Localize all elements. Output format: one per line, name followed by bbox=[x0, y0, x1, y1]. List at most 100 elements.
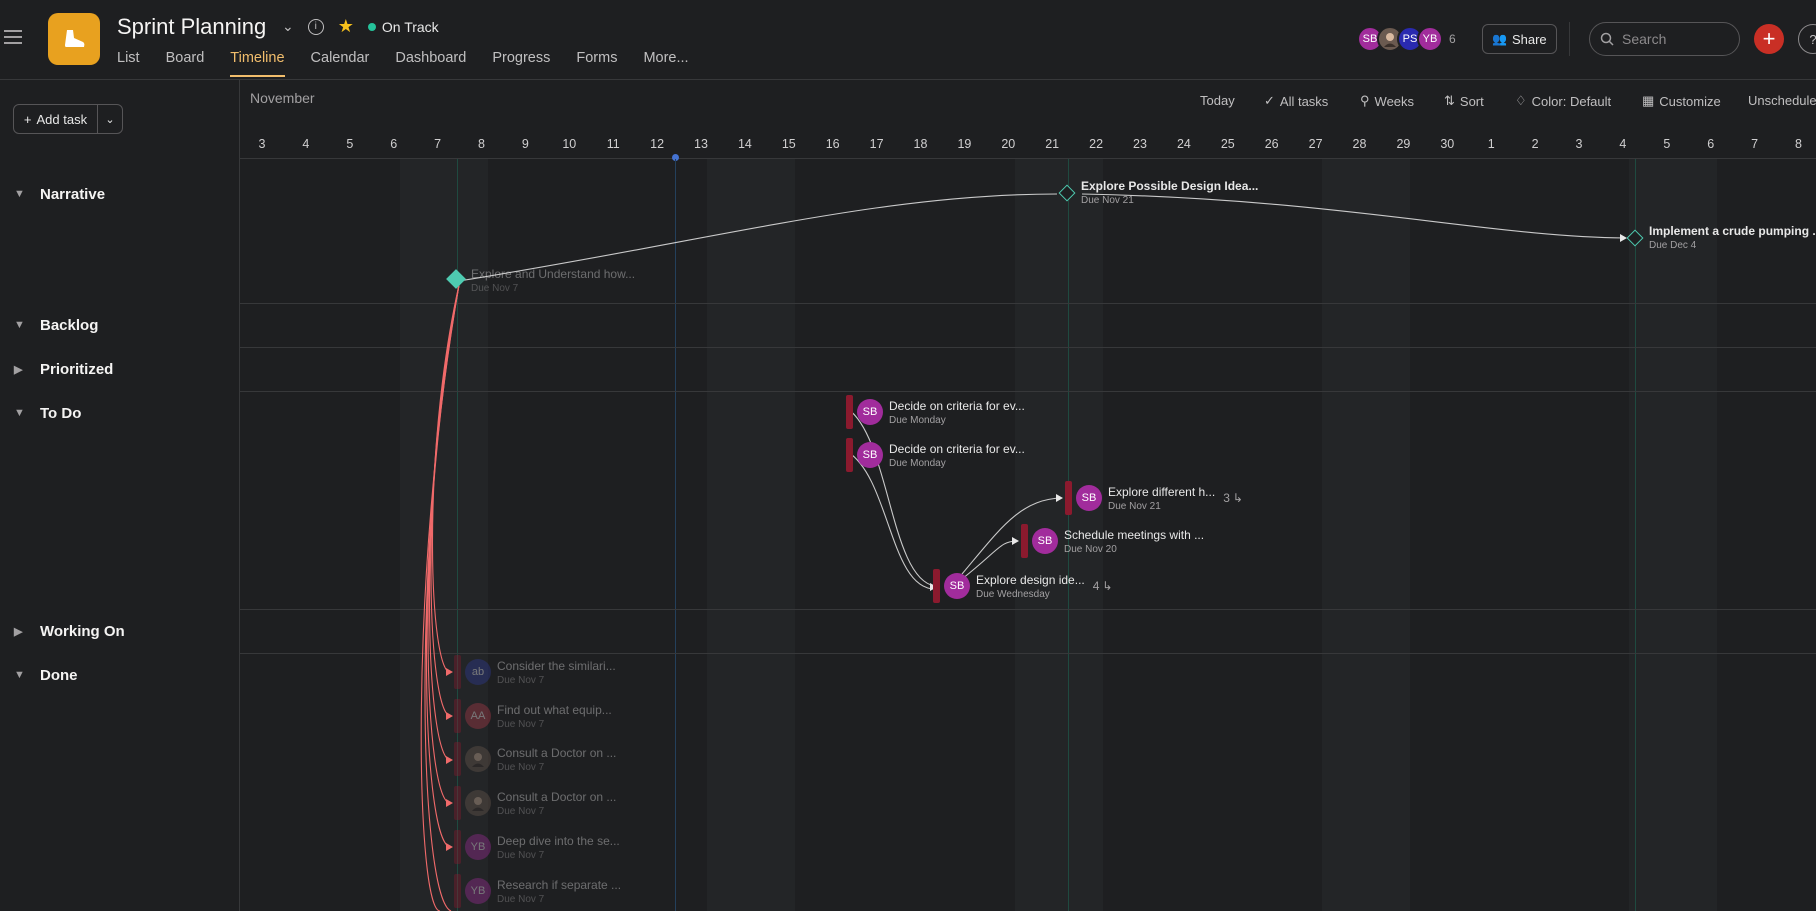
project-title[interactable]: Sprint Planning bbox=[117, 14, 266, 40]
task-bar-fill[interactable] bbox=[1021, 524, 1028, 558]
task-bar-fill[interactable] bbox=[1065, 481, 1072, 515]
task-bar[interactable]: YB Deep dive into the se... Due Nov 7 bbox=[454, 830, 620, 864]
today-button[interactable]: Today bbox=[1200, 93, 1235, 108]
section-backlog[interactable]: ▼ Backlog bbox=[0, 311, 240, 339]
arrow-head bbox=[1012, 537, 1019, 545]
section-working-on[interactable]: ▶ Working On bbox=[0, 617, 240, 645]
member-avatars[interactable]: SB PS YB 6 bbox=[1357, 26, 1456, 52]
section-done[interactable]: ▼ Done bbox=[0, 661, 240, 689]
task-bar[interactable]: SB Decide on criteria for ev... Due Monda… bbox=[846, 395, 1025, 429]
caret-down-icon[interactable]: ▼ bbox=[14, 407, 26, 419]
project-icon[interactable] bbox=[48, 13, 100, 65]
task-bar[interactable]: AA Find out what equip... Due Nov 7 bbox=[454, 699, 612, 733]
search-input[interactable]: Search bbox=[1589, 22, 1740, 56]
task-due: Due Nov 7 bbox=[497, 674, 545, 686]
subtask-count[interactable]: 3 ↳ bbox=[1223, 491, 1243, 505]
add-task-label: Add task bbox=[36, 111, 88, 127]
arrow-head bbox=[446, 668, 453, 676]
customize-button[interactable]: ▦ Customize bbox=[1642, 93, 1721, 109]
task-name: Decide on criteria for ev... bbox=[889, 441, 1025, 456]
avatar: AA bbox=[465, 703, 491, 729]
day-label: 7 bbox=[434, 137, 442, 151]
plus-icon: + bbox=[23, 111, 32, 127]
task-bar-fill[interactable] bbox=[454, 786, 461, 820]
task-bar[interactable]: SB Explore design ide... Due Wednesday 4 ↳ bbox=[933, 569, 1112, 603]
weeks-label: Weeks bbox=[1374, 93, 1415, 109]
add-task-dropdown[interactable]: ⌄ bbox=[98, 105, 122, 133]
tab-forms[interactable]: Forms bbox=[576, 50, 617, 77]
sort-icon: ⇅ bbox=[1444, 93, 1455, 108]
day-label: 29 bbox=[1396, 137, 1411, 151]
caret-down-icon[interactable]: ▼ bbox=[14, 319, 26, 331]
task-name: Deep dive into the se... bbox=[497, 833, 620, 848]
task-bar[interactable]: SB Decide on criteria for ev... Due Monda… bbox=[846, 438, 1025, 472]
divider bbox=[1569, 22, 1570, 56]
chevron-down-icon: ⌄ bbox=[105, 113, 115, 126]
task-due: Due Wednesday bbox=[976, 588, 1050, 600]
hamburger-menu-icon[interactable] bbox=[4, 30, 22, 44]
avatar: SB bbox=[857, 399, 883, 425]
day-label: 17 bbox=[869, 137, 884, 151]
task-bar-fill[interactable] bbox=[454, 830, 461, 864]
dependency-line bbox=[847, 408, 936, 587]
task-bar[interactable]: SB Schedule meetings with ... Due Nov 20 bbox=[1021, 524, 1204, 558]
all-tasks-button[interactable]: ✓ All tasks bbox=[1264, 93, 1328, 109]
section-label: Prioritized bbox=[40, 360, 114, 378]
day-label: 9 bbox=[521, 137, 529, 151]
tab-progress[interactable]: Progress bbox=[492, 50, 550, 77]
day-label: 23 bbox=[1133, 137, 1147, 151]
create-button[interactable]: + bbox=[1754, 24, 1784, 54]
section-label: To Do bbox=[40, 404, 82, 422]
caret-right-icon[interactable]: ▶ bbox=[14, 363, 26, 376]
task-bar[interactable]: Consult a Doctor on ... Due Nov 7 bbox=[454, 786, 616, 820]
section-narrative[interactable]: ▼ Narrative bbox=[0, 180, 240, 208]
info-icon[interactable]: i bbox=[307, 18, 324, 35]
task-bar[interactable]: Consult a Doctor on ... Due Nov 7 bbox=[454, 742, 616, 776]
section-todo[interactable]: ▼ To Do bbox=[0, 399, 240, 427]
task-due: Due Monday bbox=[889, 414, 946, 426]
done-dependency-line bbox=[430, 284, 460, 717]
task-bar-fill[interactable] bbox=[454, 699, 461, 733]
tab-calendar[interactable]: Calendar bbox=[311, 50, 370, 77]
tab-board[interactable]: Board bbox=[166, 50, 205, 77]
subtask-count[interactable]: 4 ↳ bbox=[1093, 579, 1113, 593]
caret-right-icon[interactable]: ▶ bbox=[14, 625, 26, 638]
caret-down-icon[interactable]: ▼ bbox=[14, 188, 26, 200]
tab-timeline[interactable]: Timeline bbox=[230, 50, 285, 77]
help-button[interactable]: ? bbox=[1798, 24, 1816, 54]
tab-more[interactable]: More... bbox=[643, 50, 688, 77]
task-bar-fill[interactable] bbox=[846, 438, 853, 472]
day-header: 3 4 5 6 7 8 9 10 11 12 13 14 15 16 17 18 19 20 21 22 23 24 25 2… bbox=[240, 126, 1816, 161]
task-due: Due Nov 7 bbox=[497, 718, 545, 730]
task-bar-fill[interactable] bbox=[454, 742, 461, 776]
task-bar[interactable]: YB Research if separate ... Due Nov 7 bbox=[454, 874, 621, 908]
sort-button[interactable]: ⇅ Sort bbox=[1444, 93, 1484, 109]
day-label: 6 bbox=[1707, 137, 1715, 151]
task-bar[interactable]: SB Explore different h... Due Nov 21 3 ↳ bbox=[1065, 481, 1243, 515]
caret-down-icon[interactable]: ▼ bbox=[14, 669, 26, 681]
task-bar-fill[interactable] bbox=[454, 874, 461, 908]
task-name: Decide on criteria for ev... bbox=[889, 398, 1025, 413]
section-prioritized[interactable]: ▶ Prioritized bbox=[0, 355, 240, 383]
star-icon[interactable]: ★ bbox=[338, 16, 354, 37]
tab-dashboard[interactable]: Dashboard bbox=[395, 50, 466, 77]
chevron-down-icon[interactable]: ⌄ bbox=[282, 18, 294, 35]
task-name: Consult a Doctor on ... bbox=[497, 789, 617, 804]
add-task-main[interactable]: + Add task bbox=[14, 105, 98, 133]
weeks-button[interactable]: ⚲ Weeks bbox=[1360, 93, 1414, 109]
task-due: Due Nov 7 bbox=[497, 761, 545, 773]
color-button[interactable]: ♢ Color: Default bbox=[1515, 93, 1611, 109]
task-bar-fill[interactable] bbox=[846, 395, 853, 429]
add-task-button[interactable]: + Add task ⌄ bbox=[13, 104, 123, 134]
section-label: Backlog bbox=[40, 316, 99, 334]
status-badge[interactable]: On Track bbox=[367, 19, 439, 35]
search-icon bbox=[1600, 32, 1614, 46]
unscheduled-button[interactable]: Unschedule bbox=[1748, 93, 1816, 108]
tab-list[interactable]: List bbox=[117, 50, 140, 77]
share-button[interactable]: 👥 Share bbox=[1482, 24, 1557, 54]
task-bar-fill[interactable] bbox=[933, 569, 940, 603]
avatar: YB bbox=[1417, 26, 1443, 52]
task-bar[interactable]: ab Consider the similari... Due Nov 7 bbox=[454, 655, 616, 689]
task-bar-fill[interactable] bbox=[454, 655, 461, 689]
customize-label: Customize bbox=[1659, 93, 1721, 109]
